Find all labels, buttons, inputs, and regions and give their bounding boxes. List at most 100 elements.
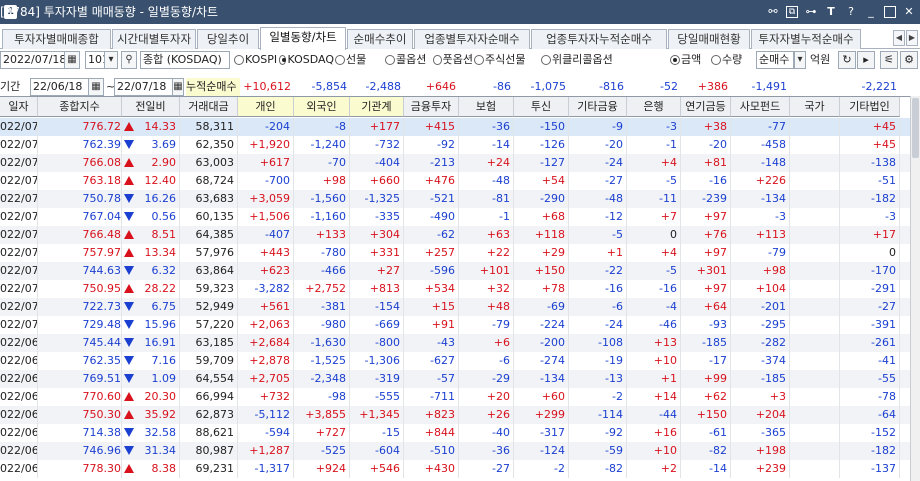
col-header-10[interactable]: 기타금융 <box>569 97 627 117</box>
col-header-7[interactable]: 금융투자 <box>404 97 459 117</box>
chart-icon[interactable]: ⚟ <box>880 51 898 69</box>
value-cell: -57 <box>404 370 459 388</box>
date-cell: 022/06/21 <box>0 460 38 478</box>
help-icon[interactable]: ? <box>844 5 858 19</box>
radio-3[interactable]: 콜옵션 <box>385 51 431 69</box>
from-date-input[interactable]: 22/06/18 <box>30 78 92 96</box>
tab-1[interactable]: 시간대별투자자 <box>112 29 196 49</box>
col-header-5[interactable]: 외국인 <box>294 97 350 117</box>
value-cell: -15 <box>350 424 404 442</box>
col-header-12[interactable]: 연기금등 <box>681 97 731 117</box>
amount-radio-0[interactable]: 금액 <box>670 51 701 69</box>
col-header-11[interactable]: 은행 <box>627 97 681 117</box>
radio-6[interactable]: 위클리콜옵션 <box>541 51 627 69</box>
tab-next-icon[interactable]: ▶ <box>906 30 918 46</box>
value-cell: +924 <box>294 460 350 478</box>
value-cell: +1 <box>569 244 627 262</box>
radio-dot[interactable] <box>385 55 395 65</box>
col-header-3[interactable]: 거래대금 <box>180 97 238 117</box>
col-header-6[interactable]: 기관계 <box>350 97 404 117</box>
next-button[interactable]: ▸ <box>857 51 875 69</box>
tab-prev-icon[interactable]: ◀ <box>893 30 905 46</box>
table-row[interactable]: 022/07/11767.040.5660,135+1,506-1,160-33… <box>0 208 910 226</box>
tab-0[interactable]: 투자자별매매종합 <box>2 29 111 49</box>
col-header-13[interactable]: 사모펀드 <box>731 97 790 117</box>
table-row[interactable]: 022/07/15762.393.6962,350+1,920-1,240-73… <box>0 136 910 154</box>
radio-dot[interactable] <box>335 55 345 65</box>
table-row[interactable]: 022/06/21778.308.3869,231-1,317+924+546+… <box>0 460 910 478</box>
value-cell: +17 <box>840 226 900 244</box>
value-cell: -239 <box>681 190 731 208</box>
maximize-icon[interactable] <box>884 6 896 18</box>
col-header-0[interactable]: 일자 <box>0 97 38 117</box>
chevron-down-icon[interactable]: ▾ <box>104 51 118 69</box>
radio-4[interactable]: 풋옵션 <box>433 51 473 69</box>
table-row[interactable]: 022/07/12750.7816.2663,683+3,059-1,560-1… <box>0 190 910 208</box>
table-row[interactable]: 022/07/01729.4815.9657,220+2,063-980-669… <box>0 316 910 334</box>
radio-dot[interactable] <box>279 55 287 65</box>
tab-scroll-arrows[interactable]: ◀ ▶ <box>893 30 918 46</box>
search-icon[interactable]: ⚲ <box>121 51 137 69</box>
copy-icon[interactable]: ⧉ <box>786 6 798 18</box>
table-row[interactable]: 022/07/04722.736.7552,949+561-381-154+15… <box>0 298 910 316</box>
radio-0[interactable]: KOSPI <box>234 51 278 69</box>
value-cell <box>790 370 840 388</box>
tab-4[interactable]: 순매수추이 <box>347 29 413 49</box>
radio-1[interactable]: KOSDAQ <box>279 51 334 69</box>
table-row[interactable]: 022/07/13763.1812.4068,724-700+98+660+47… <box>0 172 910 190</box>
radio-dot[interactable] <box>670 55 680 65</box>
calendar-icon[interactable]: ▦ <box>88 78 104 96</box>
calendar-icon[interactable]: ▦ <box>64 51 80 69</box>
close-icon[interactable]: ✕ <box>902 5 916 19</box>
radio-2[interactable]: 선물 <box>335 51 383 69</box>
radio-dot[interactable] <box>541 55 551 65</box>
tab-2[interactable]: 당일추이 <box>197 29 259 49</box>
volume-cell: 57,976 <box>180 244 238 262</box>
radio-dot[interactable] <box>711 55 721 65</box>
type-select[interactable]: 순매수 <box>756 51 794 69</box>
col-header-4[interactable]: 개인 <box>238 97 294 117</box>
value-cell <box>790 244 840 262</box>
table-row[interactable]: 022/06/22746.9631.3480,987+1,287-525-604… <box>0 442 910 460</box>
table-row[interactable]: 022/06/23714.3832.5888,621-594+727-15+84… <box>0 424 910 442</box>
text-size-icon[interactable]: T <box>824 5 838 19</box>
radio-dot[interactable] <box>433 55 442 65</box>
table-row[interactable]: 022/06/28769.511.0964,554+2,705-2,348-31… <box>0 370 910 388</box>
col-header-1[interactable]: 종합지수 <box>38 97 122 117</box>
tab-7[interactable]: 당일매매현황 <box>668 29 750 49</box>
vertical-scrollbar[interactable] <box>910 96 920 481</box>
col-header-9[interactable]: 투신 <box>514 97 569 117</box>
pin-icon[interactable]: ⊶ <box>804 5 818 19</box>
tab-8[interactable]: 투자자별누적순매수 <box>751 29 861 49</box>
table-row[interactable]: 022/07/18776.7214.3358,311-204-8+177+415… <box>0 118 910 136</box>
table-row[interactable]: 022/07/14766.082.9063,003+617-70-404-213… <box>0 154 910 172</box>
tab-3[interactable]: 일별동향/차트 <box>260 27 346 50</box>
table-row[interactable]: 022/06/30745.4416.9163,185+2,684-1,630-8… <box>0 334 910 352</box>
change-cell: 2.90 <box>122 154 180 172</box>
gear-icon[interactable]: ⚙ <box>900 51 918 69</box>
calendar-icon[interactable]: ▦ <box>172 78 184 96</box>
refresh-button[interactable]: ↻ <box>838 51 856 69</box>
tab-6[interactable]: 업종투자자누적순매수 <box>531 29 667 49</box>
minimize-icon[interactable]: _ <box>864 5 878 19</box>
date-cell: 022/07/11 <box>0 208 38 226</box>
table-row[interactable]: 022/06/29762.357.1659,709+2,878-1,525-1,… <box>0 352 910 370</box>
chevron-down-icon[interactable]: ▾ <box>794 51 806 69</box>
table-row[interactable]: 022/07/07757.9713.3457,976+443-780+331+2… <box>0 244 910 262</box>
link-icon[interactable]: ⚯ <box>766 5 780 19</box>
tab-5[interactable]: 업종별투자자순매수 <box>414 29 530 49</box>
radio-dot[interactable] <box>234 55 244 65</box>
radio-5[interactable]: 주식선물 <box>474 51 540 69</box>
to-date-input[interactable]: 22/07/18 <box>114 78 176 96</box>
table-row[interactable]: 022/07/08766.488.5164,385-407+133+304-62… <box>0 226 910 244</box>
col-header-15[interactable]: 기타법인 <box>840 97 900 117</box>
table-row[interactable]: 022/06/24750.3035.9262,873-5,112+3,855+1… <box>0 406 910 424</box>
table-row[interactable]: 022/07/06744.636.3263,864+623-466+27-596… <box>0 262 910 280</box>
col-header-2[interactable]: 전일비 <box>122 97 180 117</box>
col-header-8[interactable]: 보험 <box>459 97 514 117</box>
table-row[interactable]: 022/07/05750.9528.2259,323-3,282+2,752+8… <box>0 280 910 298</box>
col-header-14[interactable]: 국가 <box>790 97 840 117</box>
amount-radio-1[interactable]: 수량 <box>711 51 742 69</box>
table-row[interactable]: 022/06/27770.6020.3066,994+732-98-555-71… <box>0 388 910 406</box>
radio-dot[interactable] <box>474 55 484 65</box>
